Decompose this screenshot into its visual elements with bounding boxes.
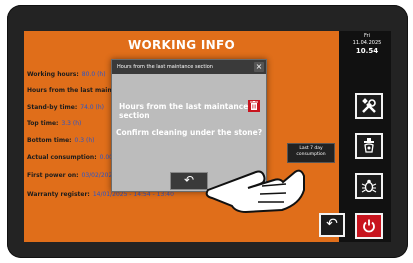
power-button[interactable] (355, 213, 383, 239)
trash-icon[interactable] (248, 100, 260, 112)
dialog-header: Hours from the last maintance section (112, 60, 266, 74)
bug-icon (361, 179, 377, 193)
info-label: Stand-by time: (27, 104, 78, 111)
info-label: Warranty register: (27, 191, 90, 198)
back-button[interactable]: ↶ (319, 213, 345, 237)
info-label: Top time: (27, 120, 59, 127)
cleaning-button[interactable] (355, 133, 383, 159)
info-actual-consumption: Actual consumption: 0.00 (27, 154, 113, 161)
info-label: Working hours: (27, 71, 79, 78)
clock-day: Fri (364, 33, 370, 39)
dialog-message: Hours from the last maintance section (119, 102, 249, 120)
info-working-hours: Working hours: 80.0 (h) (27, 71, 106, 78)
back-arrow-icon: ↶ (183, 173, 195, 187)
close-icon[interactable]: × (254, 62, 264, 72)
info-standby-time: Stand-by time: 74.0 (h) (27, 104, 104, 111)
tools-icon (362, 98, 376, 113)
info-value: 14/01/2025 - 14:54 - 13:40 (92, 191, 174, 198)
back-arrow-icon: ↶ (326, 216, 338, 232)
info-label: First power on: (27, 172, 79, 179)
clock-date: 11.04.2025 (352, 40, 382, 46)
dialog-confirm-question: Confirm cleaning under the stone? (115, 128, 263, 137)
info-value: 74.0 (h) (80, 104, 105, 111)
info-top-time: Top time: 3.3 (h) (27, 120, 81, 127)
info-first-power-on: First power on: 03/02/2025 (27, 172, 116, 179)
diagnostics-button[interactable] (355, 173, 383, 199)
info-label: Actual consumption: (27, 154, 97, 161)
info-bottom-time: Bottom time: 0.3 (h) (27, 137, 94, 144)
info-value: 3.3 (h) (61, 120, 82, 127)
info-label: Bottom time: (27, 137, 72, 144)
tools-button[interactable] (355, 93, 383, 119)
power-icon (363, 219, 375, 233)
clock-time: 10.54 (355, 47, 379, 55)
pointing-hand-icon (205, 169, 305, 214)
cleaning-icon (364, 138, 374, 153)
info-warranty-register: Warranty register: 14/01/2025 - 14:54 - 1… (27, 191, 174, 198)
screen-title: WORKING INFO (127, 38, 236, 52)
info-value: 0.3 (h) (74, 137, 95, 144)
info-value: 80.0 (h) (81, 71, 106, 78)
clock: Fri 11.04.2025 10.54 (346, 32, 388, 60)
